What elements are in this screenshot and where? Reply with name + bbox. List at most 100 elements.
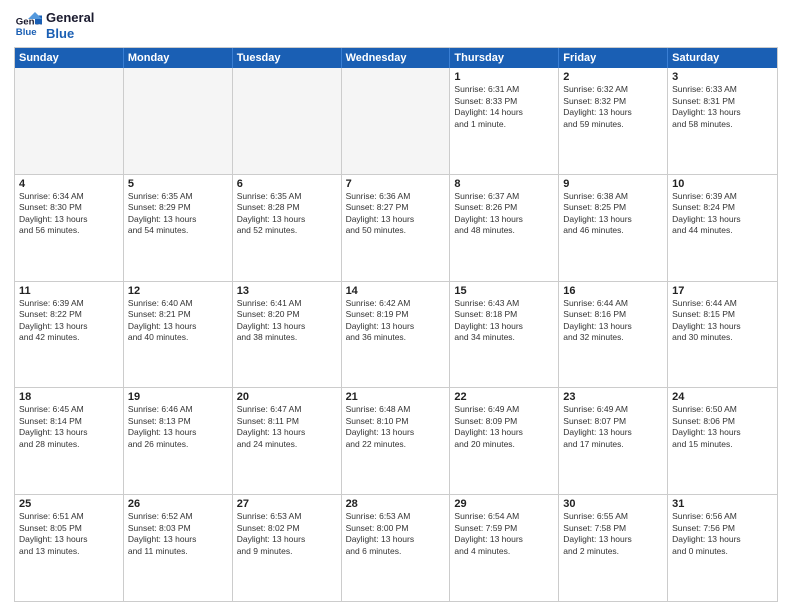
day-number: 23: [563, 391, 663, 403]
cell-detail: Sunrise: 6:56 AMSunset: 7:56 PMDaylight:…: [672, 511, 773, 557]
cal-cell: [124, 68, 233, 174]
day-number: 4: [19, 178, 119, 190]
day-header-thursday: Thursday: [450, 48, 559, 68]
day-header-sunday: Sunday: [15, 48, 124, 68]
day-number: 14: [346, 285, 446, 297]
logo-text: General Blue: [46, 10, 94, 41]
cal-cell: 7Sunrise: 6:36 AMSunset: 8:27 PMDaylight…: [342, 175, 451, 281]
day-number: 19: [128, 391, 228, 403]
cell-detail: Sunrise: 6:39 AMSunset: 8:24 PMDaylight:…: [672, 191, 773, 237]
day-number: 9: [563, 178, 663, 190]
header: General Blue General Blue: [14, 10, 778, 41]
day-number: 3: [672, 71, 773, 83]
day-number: 11: [19, 285, 119, 297]
day-number: 31: [672, 498, 773, 510]
cal-cell: 13Sunrise: 6:41 AMSunset: 8:20 PMDayligh…: [233, 282, 342, 388]
day-number: 20: [237, 391, 337, 403]
cal-cell: 26Sunrise: 6:52 AMSunset: 8:03 PMDayligh…: [124, 495, 233, 601]
day-number: 7: [346, 178, 446, 190]
calendar-header: SundayMondayTuesdayWednesdayThursdayFrid…: [15, 48, 777, 68]
cal-cell: 20Sunrise: 6:47 AMSunset: 8:11 PMDayligh…: [233, 388, 342, 494]
cell-detail: Sunrise: 6:55 AMSunset: 7:58 PMDaylight:…: [563, 511, 663, 557]
cell-detail: Sunrise: 6:53 AMSunset: 8:00 PMDaylight:…: [346, 511, 446, 557]
week-row-3: 11Sunrise: 6:39 AMSunset: 8:22 PMDayligh…: [15, 282, 777, 389]
cal-cell: 17Sunrise: 6:44 AMSunset: 8:15 PMDayligh…: [668, 282, 777, 388]
cal-cell: 23Sunrise: 6:49 AMSunset: 8:07 PMDayligh…: [559, 388, 668, 494]
page: General Blue General Blue SundayMondayTu…: [0, 0, 792, 612]
cell-detail: Sunrise: 6:33 AMSunset: 8:31 PMDaylight:…: [672, 84, 773, 130]
day-number: 30: [563, 498, 663, 510]
day-header-tuesday: Tuesday: [233, 48, 342, 68]
day-number: 8: [454, 178, 554, 190]
cal-cell: 27Sunrise: 6:53 AMSunset: 8:02 PMDayligh…: [233, 495, 342, 601]
day-header-friday: Friday: [559, 48, 668, 68]
day-number: 28: [346, 498, 446, 510]
cell-detail: Sunrise: 6:36 AMSunset: 8:27 PMDaylight:…: [346, 191, 446, 237]
day-number: 2: [563, 71, 663, 83]
cal-cell: 12Sunrise: 6:40 AMSunset: 8:21 PMDayligh…: [124, 282, 233, 388]
cal-cell: 30Sunrise: 6:55 AMSunset: 7:58 PMDayligh…: [559, 495, 668, 601]
cell-detail: Sunrise: 6:44 AMSunset: 8:16 PMDaylight:…: [563, 298, 663, 344]
day-number: 6: [237, 178, 337, 190]
cal-cell: 29Sunrise: 6:54 AMSunset: 7:59 PMDayligh…: [450, 495, 559, 601]
cal-cell: 2Sunrise: 6:32 AMSunset: 8:32 PMDaylight…: [559, 68, 668, 174]
cal-cell: 21Sunrise: 6:48 AMSunset: 8:10 PMDayligh…: [342, 388, 451, 494]
cell-detail: Sunrise: 6:42 AMSunset: 8:19 PMDaylight:…: [346, 298, 446, 344]
day-number: 22: [454, 391, 554, 403]
cal-cell: 10Sunrise: 6:39 AMSunset: 8:24 PMDayligh…: [668, 175, 777, 281]
cal-cell: 25Sunrise: 6:51 AMSunset: 8:05 PMDayligh…: [15, 495, 124, 601]
cell-detail: Sunrise: 6:35 AMSunset: 8:29 PMDaylight:…: [128, 191, 228, 237]
cal-cell: 18Sunrise: 6:45 AMSunset: 8:14 PMDayligh…: [15, 388, 124, 494]
cell-detail: Sunrise: 6:49 AMSunset: 8:09 PMDaylight:…: [454, 404, 554, 450]
cell-detail: Sunrise: 6:39 AMSunset: 8:22 PMDaylight:…: [19, 298, 119, 344]
cal-cell: 31Sunrise: 6:56 AMSunset: 7:56 PMDayligh…: [668, 495, 777, 601]
cell-detail: Sunrise: 6:41 AMSunset: 8:20 PMDaylight:…: [237, 298, 337, 344]
day-number: 1: [454, 71, 554, 83]
cal-cell: 16Sunrise: 6:44 AMSunset: 8:16 PMDayligh…: [559, 282, 668, 388]
svg-text:Blue: Blue: [16, 26, 37, 37]
day-number: 27: [237, 498, 337, 510]
day-number: 12: [128, 285, 228, 297]
day-header-saturday: Saturday: [668, 48, 777, 68]
cell-detail: Sunrise: 6:43 AMSunset: 8:18 PMDaylight:…: [454, 298, 554, 344]
cal-cell: 11Sunrise: 6:39 AMSunset: 8:22 PMDayligh…: [15, 282, 124, 388]
cal-cell: 22Sunrise: 6:49 AMSunset: 8:09 PMDayligh…: [450, 388, 559, 494]
cell-detail: Sunrise: 6:32 AMSunset: 8:32 PMDaylight:…: [563, 84, 663, 130]
day-number: 29: [454, 498, 554, 510]
cell-detail: Sunrise: 6:44 AMSunset: 8:15 PMDaylight:…: [672, 298, 773, 344]
cal-cell: 9Sunrise: 6:38 AMSunset: 8:25 PMDaylight…: [559, 175, 668, 281]
cal-cell: 19Sunrise: 6:46 AMSunset: 8:13 PMDayligh…: [124, 388, 233, 494]
cell-detail: Sunrise: 6:52 AMSunset: 8:03 PMDaylight:…: [128, 511, 228, 557]
cell-detail: Sunrise: 6:31 AMSunset: 8:33 PMDaylight:…: [454, 84, 554, 130]
day-number: 18: [19, 391, 119, 403]
cal-cell: 1Sunrise: 6:31 AMSunset: 8:33 PMDaylight…: [450, 68, 559, 174]
day-number: 24: [672, 391, 773, 403]
day-header-monday: Monday: [124, 48, 233, 68]
cell-detail: Sunrise: 6:37 AMSunset: 8:26 PMDaylight:…: [454, 191, 554, 237]
day-number: 13: [237, 285, 337, 297]
cell-detail: Sunrise: 6:53 AMSunset: 8:02 PMDaylight:…: [237, 511, 337, 557]
cal-cell: [342, 68, 451, 174]
cell-detail: Sunrise: 6:48 AMSunset: 8:10 PMDaylight:…: [346, 404, 446, 450]
week-row-1: 1Sunrise: 6:31 AMSunset: 8:33 PMDaylight…: [15, 68, 777, 175]
day-number: 25: [19, 498, 119, 510]
day-number: 21: [346, 391, 446, 403]
day-header-wednesday: Wednesday: [342, 48, 451, 68]
cell-detail: Sunrise: 6:40 AMSunset: 8:21 PMDaylight:…: [128, 298, 228, 344]
cell-detail: Sunrise: 6:47 AMSunset: 8:11 PMDaylight:…: [237, 404, 337, 450]
week-row-5: 25Sunrise: 6:51 AMSunset: 8:05 PMDayligh…: [15, 495, 777, 601]
day-number: 16: [563, 285, 663, 297]
day-number: 26: [128, 498, 228, 510]
cal-cell: 24Sunrise: 6:50 AMSunset: 8:06 PMDayligh…: [668, 388, 777, 494]
week-row-2: 4Sunrise: 6:34 AMSunset: 8:30 PMDaylight…: [15, 175, 777, 282]
cal-cell: 28Sunrise: 6:53 AMSunset: 8:00 PMDayligh…: [342, 495, 451, 601]
cell-detail: Sunrise: 6:45 AMSunset: 8:14 PMDaylight:…: [19, 404, 119, 450]
day-number: 5: [128, 178, 228, 190]
cell-detail: Sunrise: 6:51 AMSunset: 8:05 PMDaylight:…: [19, 511, 119, 557]
logo: General Blue General Blue: [14, 10, 94, 41]
cal-cell: [15, 68, 124, 174]
cal-cell: 15Sunrise: 6:43 AMSunset: 8:18 PMDayligh…: [450, 282, 559, 388]
calendar-body: 1Sunrise: 6:31 AMSunset: 8:33 PMDaylight…: [15, 68, 777, 601]
cal-cell: 8Sunrise: 6:37 AMSunset: 8:26 PMDaylight…: [450, 175, 559, 281]
cal-cell: 3Sunrise: 6:33 AMSunset: 8:31 PMDaylight…: [668, 68, 777, 174]
